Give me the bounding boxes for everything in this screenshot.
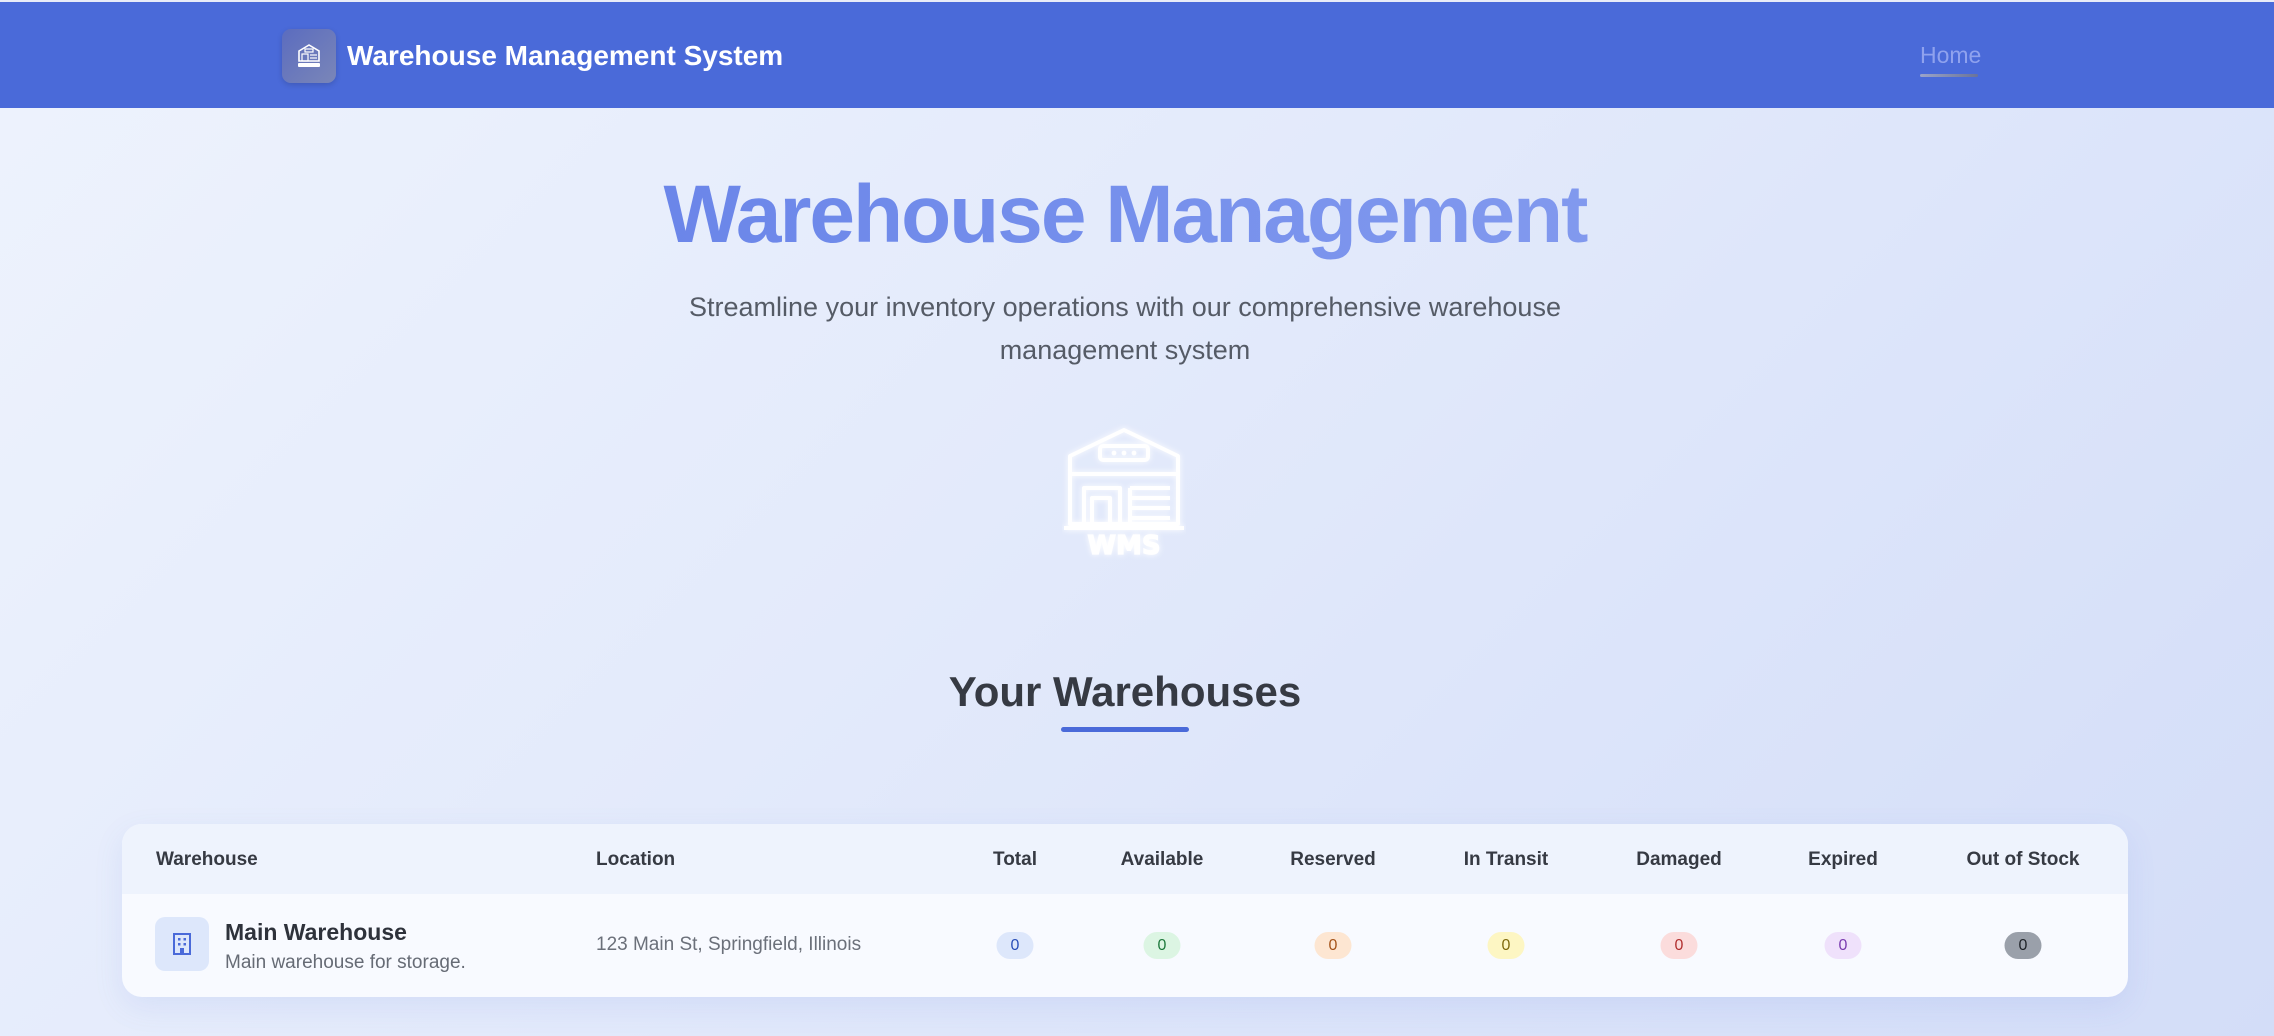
nav-active-indicator — [1920, 74, 1978, 77]
col-header-location[interactable]: Location — [596, 849, 675, 871]
table-row[interactable]: Main Warehouse Main warehouse for storag… — [122, 894, 2128, 997]
section-title-underline — [1061, 727, 1189, 732]
col-header-out-of-stock[interactable]: Out of Stock — [1967, 849, 2080, 871]
warehouse-name[interactable]: Main Warehouse — [225, 919, 407, 946]
brand-title[interactable]: Warehouse Management System — [347, 40, 783, 72]
badge-total: 0 — [996, 932, 1034, 959]
badge-available: 0 — [1143, 932, 1181, 959]
hero-subtitle: Streamline your inventory operations wit… — [689, 292, 1561, 365]
top-navbar: Warehouse Management System Home — [0, 0, 2274, 108]
warehouse-logo-icon — [298, 44, 320, 67]
warehouses-table: Warehouse Location Total Available Reser… — [122, 824, 2128, 997]
badge-out-of-stock: 0 — [2004, 932, 2042, 959]
col-header-reserved[interactable]: Reserved — [1290, 849, 1376, 871]
hero-logo-text: WMS — [1087, 531, 1160, 560]
col-header-expired[interactable]: Expired — [1808, 849, 1878, 871]
badge-in-transit: 0 — [1487, 932, 1525, 959]
col-header-damaged[interactable]: Damaged — [1636, 849, 1722, 871]
badge-expired: 0 — [1824, 932, 1862, 959]
warehouse-description: Main warehouse for storage. — [225, 952, 466, 973]
warehouse-hero-icon: WMS — [1064, 428, 1184, 560]
hero-title: Warehouse Management — [0, 168, 2250, 262]
col-header-in-transit[interactable]: In Transit — [1464, 849, 1548, 871]
col-header-total[interactable]: Total — [993, 849, 1037, 871]
section-title: Your Warehouses — [948, 668, 1302, 715]
badge-damaged: 0 — [1660, 932, 1698, 959]
table-header-row: Warehouse Location Total Available Reser… — [122, 824, 2128, 894]
col-header-warehouse[interactable]: Warehouse — [156, 849, 258, 871]
brand-logo-icon[interactable] — [282, 29, 336, 83]
nav-link-home[interactable]: Home — [1920, 42, 1981, 69]
badge-reserved: 0 — [1314, 932, 1352, 959]
warehouse-location: 123 Main St, Springfield, Illinois — [596, 934, 862, 955]
building-icon — [155, 917, 209, 971]
col-header-available[interactable]: Available — [1121, 849, 1204, 871]
